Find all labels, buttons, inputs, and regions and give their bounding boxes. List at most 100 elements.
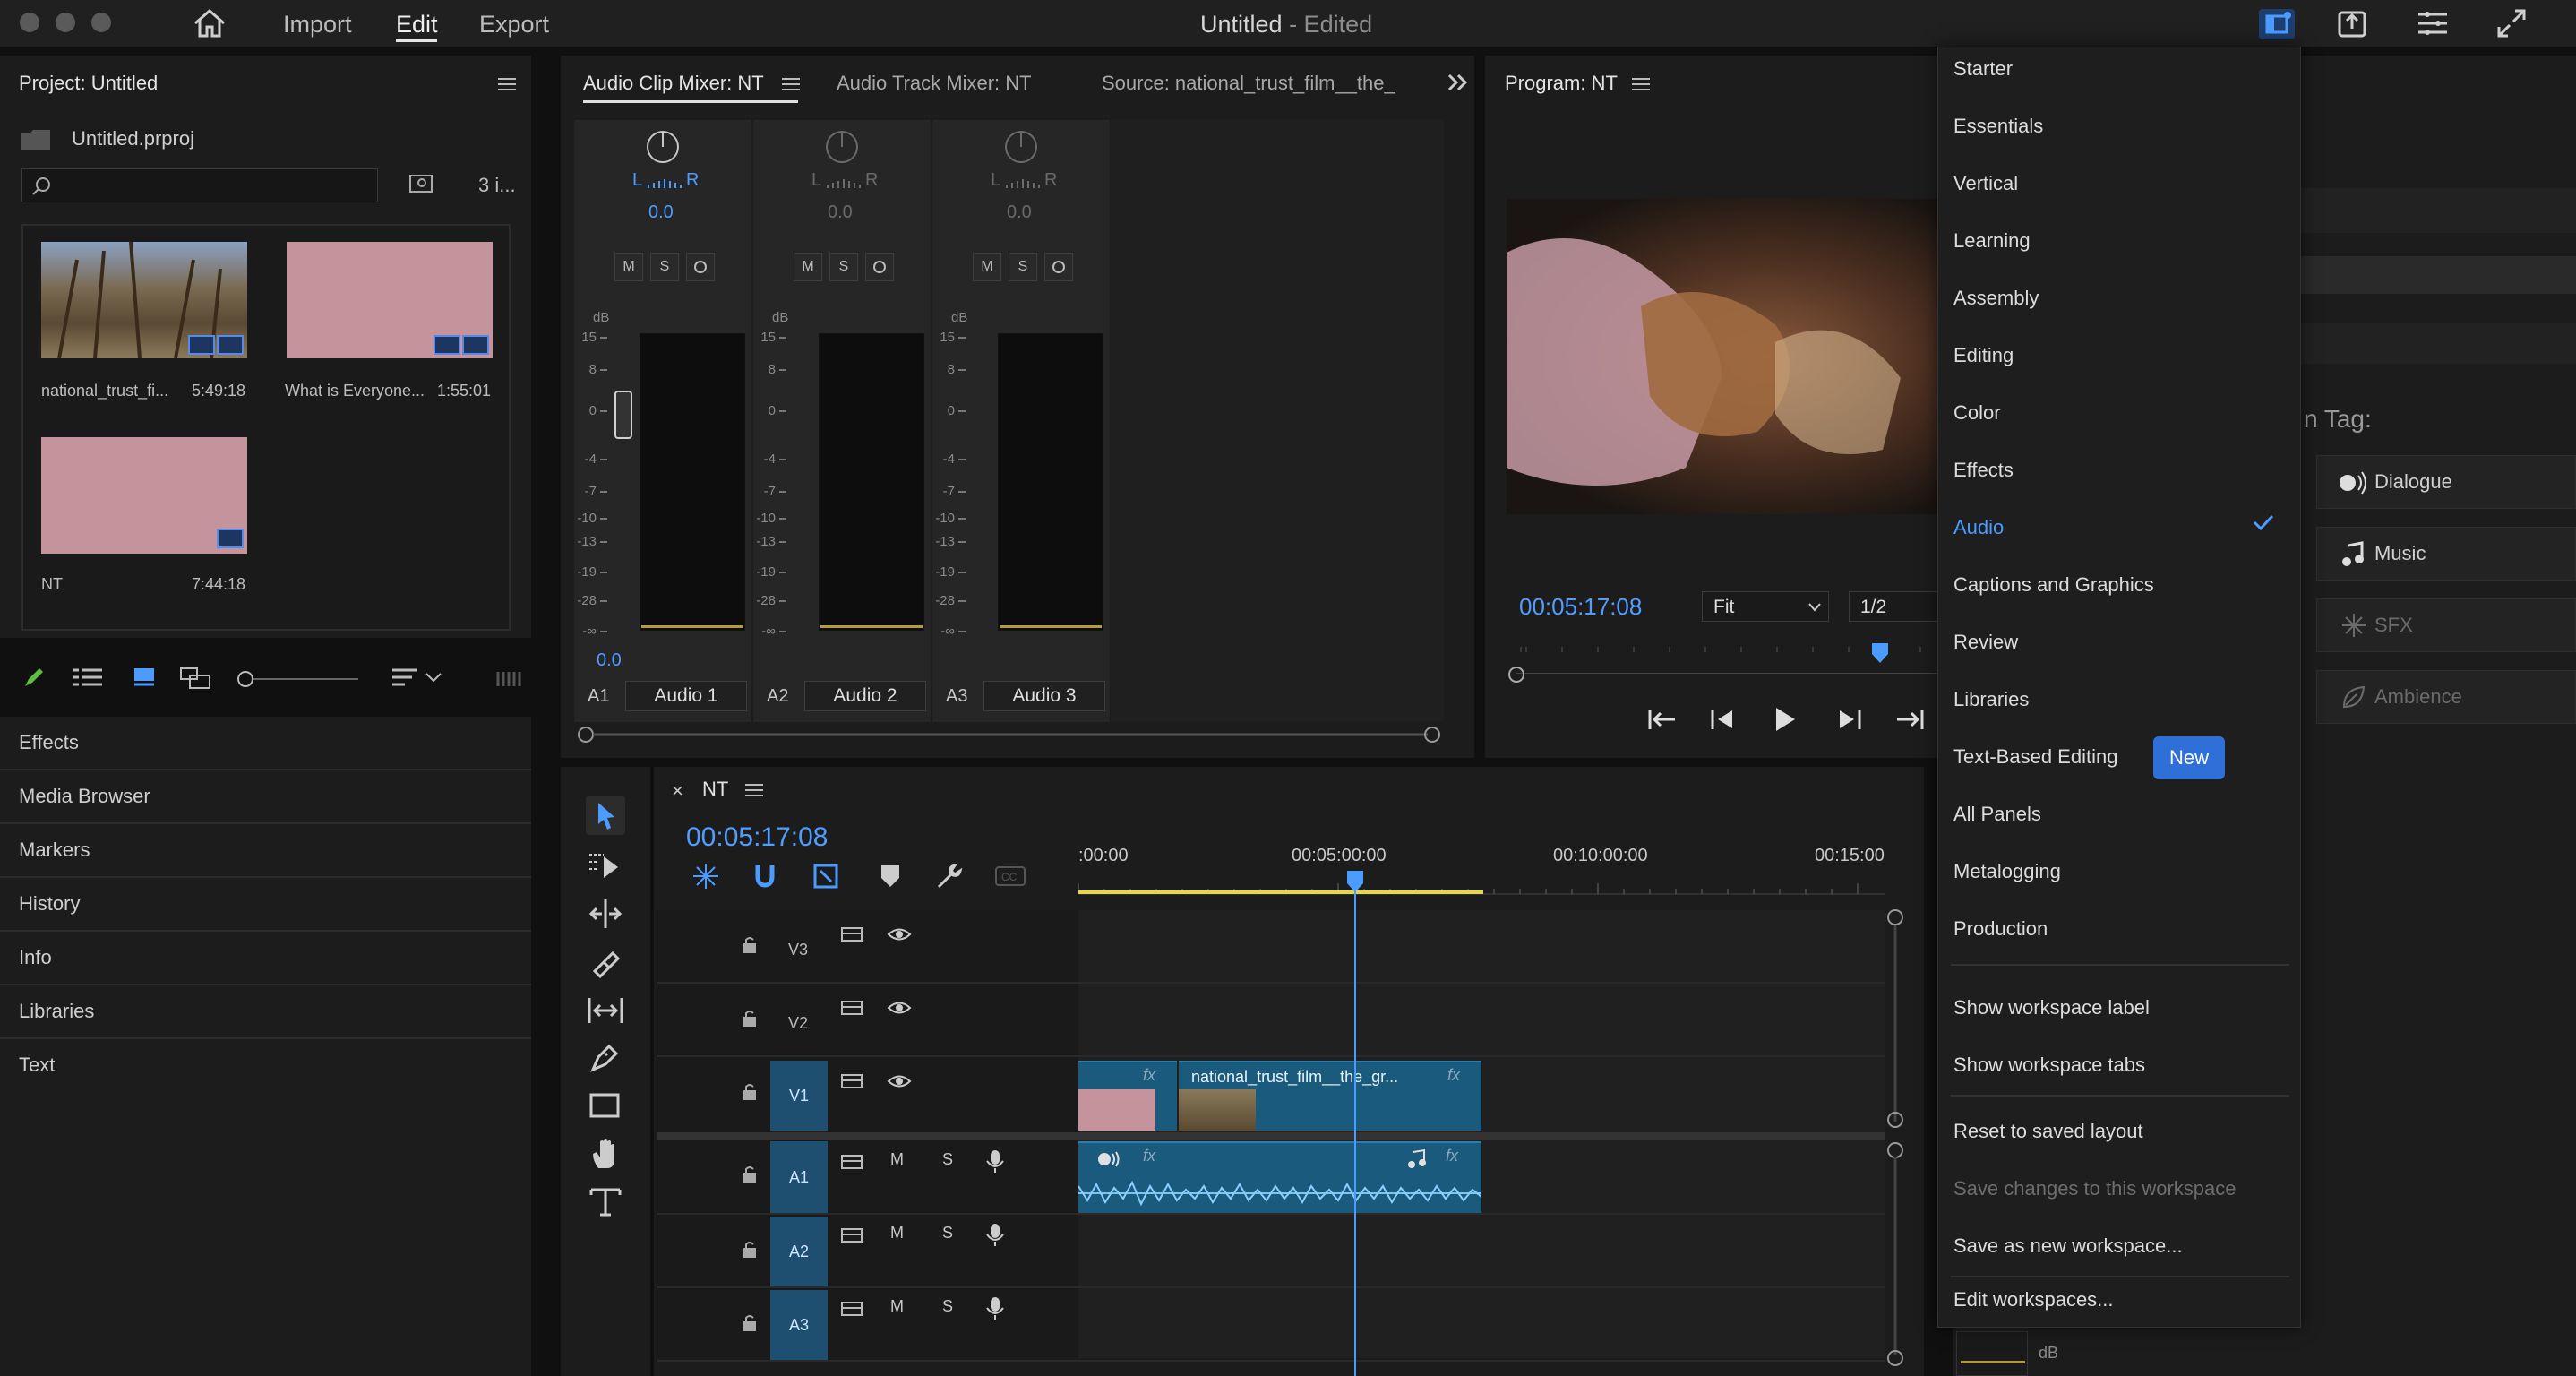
microphone-icon[interactable] [985,1295,1005,1320]
workspace-item-essentials[interactable]: Essentials [1953,115,2043,138]
close-sequence-icon[interactable]: × [672,779,683,803]
track-label-a1[interactable]: A1 [770,1141,828,1213]
tag-dialogue-button[interactable]: Dialogue [2316,455,2576,509]
linked-selection-icon[interactable] [811,862,840,890]
snap-icon[interactable] [751,862,779,890]
pencil-icon[interactable] [21,665,47,690]
tag-music-button[interactable]: Music [2316,527,2576,580]
fit-dropdown[interactable]: Fit [1702,591,1829,622]
project-search-input[interactable] [21,168,378,202]
timeline-vertical-scrollbar-audio[interactable] [1885,1140,1906,1369]
window-maximize-button[interactable] [91,13,111,32]
track-label[interactable]: V3 [788,941,808,959]
solo-track-button[interactable]: S [942,1224,953,1243]
marker-icon[interactable] [880,864,901,889]
eye-icon[interactable] [887,924,912,944]
panel-effects[interactable]: Effects [0,717,531,770]
resolution-dropdown[interactable]: 1/2 [1849,591,1947,622]
workspace-item-metalogging[interactable]: Metalogging [1953,860,2061,883]
eye-icon[interactable] [887,998,912,1018]
sequence-tab[interactable]: NT [702,778,728,801]
find-icon[interactable] [408,170,435,195]
tag-ambience-button[interactable]: Ambience [2316,670,2576,724]
lock-icon[interactable] [742,1240,758,1260]
volume-fader-handle[interactable] [614,391,632,439]
sync-lock-icon[interactable] [840,998,863,1018]
work-area-bar[interactable] [1078,890,1483,894]
wrench-icon[interactable] [935,862,964,890]
pen-tool[interactable] [588,1041,623,1073]
home-icon[interactable] [192,7,228,39]
step-forward-icon[interactable] [1836,708,1861,731]
video-clip[interactable]: fx [1078,1061,1177,1131]
record-voiceover-button[interactable] [686,253,715,281]
solo-button[interactable]: S [650,253,679,281]
workspace-option-0[interactable]: Show workspace label [1953,996,2150,1019]
hand-tool[interactable] [588,1136,623,1172]
sync-lock-icon[interactable] [840,1152,863,1172]
mute-track-button[interactable]: M [890,1224,904,1243]
microphone-icon[interactable] [985,1148,1005,1174]
track-label-a3[interactable]: A3 [770,1290,828,1360]
program-timecode[interactable]: 00:05:17:08 [1519,593,1642,621]
workspace-item-libraries[interactable]: Libraries [1953,688,2029,711]
mute-track-button[interactable]: M [890,1297,904,1316]
nav-edit[interactable]: Edit [396,11,438,39]
tab-audio-clip-mixer[interactable]: Audio Clip Mixer: NT [583,72,764,95]
solo-button[interactable]: S [1009,253,1037,281]
panel-history[interactable]: History [0,878,531,932]
freeform-view-icon[interactable] [179,666,213,690]
timeline-menu-icon[interactable] [745,783,763,797]
lock-icon[interactable] [742,1009,758,1028]
workspace-item-review[interactable]: Review [1953,631,2018,654]
slip-tool[interactable] [588,994,623,1027]
panel-text[interactable]: Text [0,1039,531,1093]
pan-knob-icon[interactable] [645,129,681,165]
step-back-icon[interactable] [1711,708,1736,731]
nav-export[interactable]: Export [479,11,549,39]
workspace-action-0[interactable]: Reset to saved layout [1953,1120,2143,1143]
nav-import[interactable]: Import [283,11,352,39]
mute-button[interactable]: M [973,253,1001,281]
track-name[interactable]: Audio 3 [983,681,1105,711]
pan-value[interactable]: 0.0 [828,202,853,223]
panel-media-browser[interactable]: Media Browser [0,770,531,824]
scrubber-start-handle[interactable] [1508,666,1524,683]
workspace-item-captions-and-graphics[interactable]: Captions and Graphics [1953,573,2154,597]
program-monitor-menu-icon[interactable] [1632,77,1650,91]
rectangle-tool[interactable] [588,1091,623,1120]
share-icon[interactable] [2336,7,2368,39]
workspace-item-vertical[interactable]: Vertical [1953,172,2018,195]
pan-knob-icon[interactable] [824,129,860,165]
video-audio-divider[interactable] [657,1132,1885,1140]
master-volume-value[interactable]: 0.0 [597,650,622,671]
track-label[interactable]: V2 [788,1014,808,1033]
eye-icon[interactable] [887,1071,912,1091]
solo-track-button[interactable]: S [942,1150,953,1169]
sync-lock-icon[interactable] [840,1071,863,1091]
microphone-icon[interactable] [985,1222,1005,1247]
list-view-icon[interactable] [73,666,102,688]
lock-icon[interactable] [742,1165,758,1184]
mixer-scrollbar[interactable] [577,724,1446,745]
lock-icon[interactable] [742,1313,758,1333]
mute-button[interactable]: M [614,253,643,281]
solo-track-button[interactable]: S [942,1297,953,1316]
pan-value[interactable]: 0.0 [648,202,674,223]
razor-tool[interactable] [588,946,623,978]
go-to-out-icon[interactable] [1895,708,1924,731]
ripple-edit-tool[interactable] [588,898,623,930]
nest-icon[interactable] [691,862,720,890]
workspace-item-editing[interactable]: Editing [1953,344,2014,367]
tab-audio-track-mixer[interactable]: Audio Track Mixer: NT [837,72,1032,95]
audio-clip[interactable]: fx fx [1078,1141,1481,1213]
program-video-frame[interactable] [1507,199,1940,514]
timeline-ruler[interactable] [1078,876,1885,898]
selection-tool[interactable] [586,796,625,835]
workspace-item-audio[interactable]: Audio [1953,516,2004,539]
panel-markers[interactable]: Markers [0,824,531,878]
workspaces-button[interactable] [2259,9,2295,39]
track-name[interactable]: Audio 2 [804,681,926,711]
workspace-option-1[interactable]: Show workspace tabs [1953,1054,2145,1077]
window-close-button[interactable] [20,13,39,32]
